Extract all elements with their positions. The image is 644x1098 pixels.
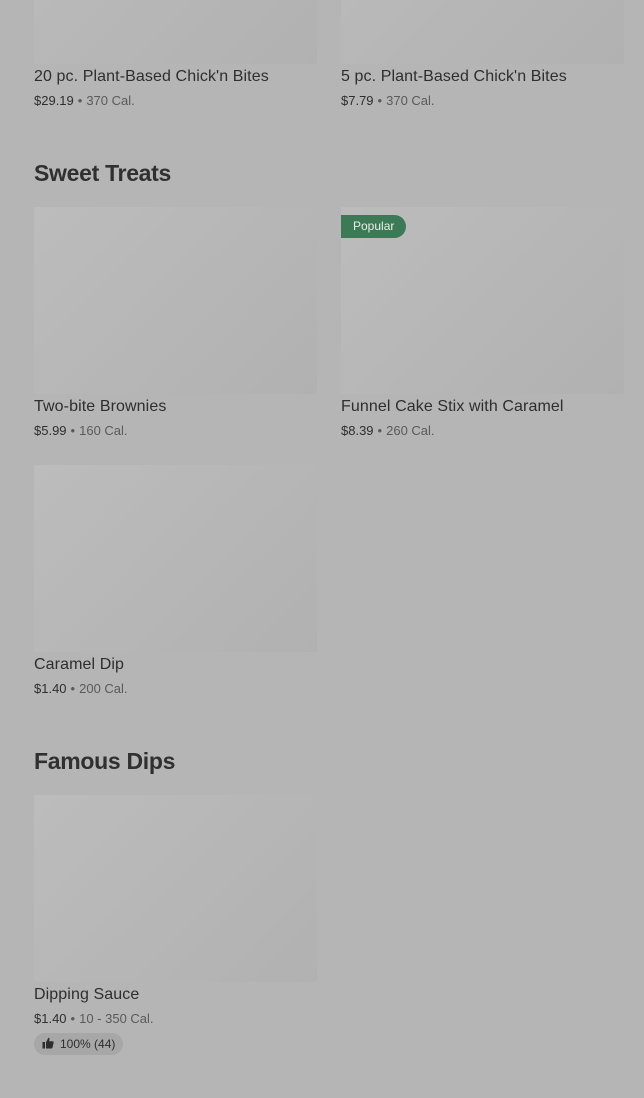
item-name: 20 pc. Plant-Based Chick'n Bites xyxy=(34,68,269,85)
menu-item-card[interactable]: 5 pc. Plant-Based Chick'n Bites $7.79 • 37… xyxy=(341,0,624,112)
item-image[interactable] xyxy=(34,0,317,64)
thumbs-up-icon xyxy=(42,1037,54,1052)
item-calories: 370 Cal. xyxy=(386,93,435,108)
item-image[interactable] xyxy=(34,207,317,394)
menu-item-card[interactable]: Dipping Sauce $1.40 • 10 - 350 Cal. 100% (… xyxy=(34,795,317,1057)
item-meta: $29.19 • 370 Cal. xyxy=(34,93,135,108)
item-name: 5 pc. Plant-Based Chick'n Bites xyxy=(341,68,567,85)
item-calories: 200 Cal. xyxy=(79,681,128,696)
section-title-sweet-treats: Sweet Treats xyxy=(34,160,172,186)
menu-item-card[interactable]: Caramel Dip $1.40 • 200 Cal. xyxy=(34,465,317,700)
item-price: $7.79 xyxy=(341,93,374,108)
item-meta: $1.40 • 200 Cal. xyxy=(34,681,128,696)
separator-dot: • xyxy=(70,681,76,696)
item-price: $5.99 xyxy=(34,423,67,438)
item-name: Caramel Dip xyxy=(34,656,125,673)
item-image[interactable] xyxy=(341,0,624,64)
section-title-famous-dips: Famous Dips xyxy=(34,748,176,774)
separator-dot: • xyxy=(70,423,76,438)
item-name: Funnel Cake Stix with Caramel xyxy=(341,398,564,415)
item-name: Dipping Sauce xyxy=(34,986,140,1003)
item-calories: 370 Cal. xyxy=(86,93,135,108)
item-calories: 260 Cal. xyxy=(386,423,435,438)
item-meta: $7.79 • 370 Cal. xyxy=(341,93,435,108)
menu-item-card[interactable]: Popular Funnel Cake Stix with Caramel $8… xyxy=(341,207,624,442)
separator-dot: • xyxy=(70,1011,76,1026)
item-meta: $1.40 • 10 - 350 Cal. xyxy=(34,1011,154,1026)
item-calories: 10 - 350 Cal. xyxy=(79,1011,154,1026)
item-price: $8.39 xyxy=(341,423,374,438)
item-meta: $5.99 • 160 Cal. xyxy=(34,423,128,438)
separator-dot: • xyxy=(377,93,383,108)
rating-text: 100% (44) xyxy=(60,1037,116,1051)
item-image[interactable] xyxy=(34,795,317,982)
item-price: $1.40 xyxy=(34,1011,67,1026)
popular-badge: Popular xyxy=(341,215,407,238)
item-calories: 160 Cal. xyxy=(79,423,128,438)
separator-dot: • xyxy=(377,423,383,438)
separator-dot: • xyxy=(77,93,83,108)
item-price: $29.19 xyxy=(34,93,74,108)
item-price: $1.40 xyxy=(34,681,67,696)
item-meta: $8.39 • 260 Cal. xyxy=(341,423,435,438)
menu-item-card[interactable]: Two-bite Brownies $5.99 • 160 Cal. xyxy=(34,207,317,442)
menu-item-card[interactable]: 20 pc. Plant-Based Chick'n Bites $29.19 •… xyxy=(34,0,317,112)
rating-badge: 100% (44) xyxy=(34,1033,124,1055)
item-image[interactable] xyxy=(34,465,317,652)
item-name: Two-bite Brownies xyxy=(34,398,167,415)
